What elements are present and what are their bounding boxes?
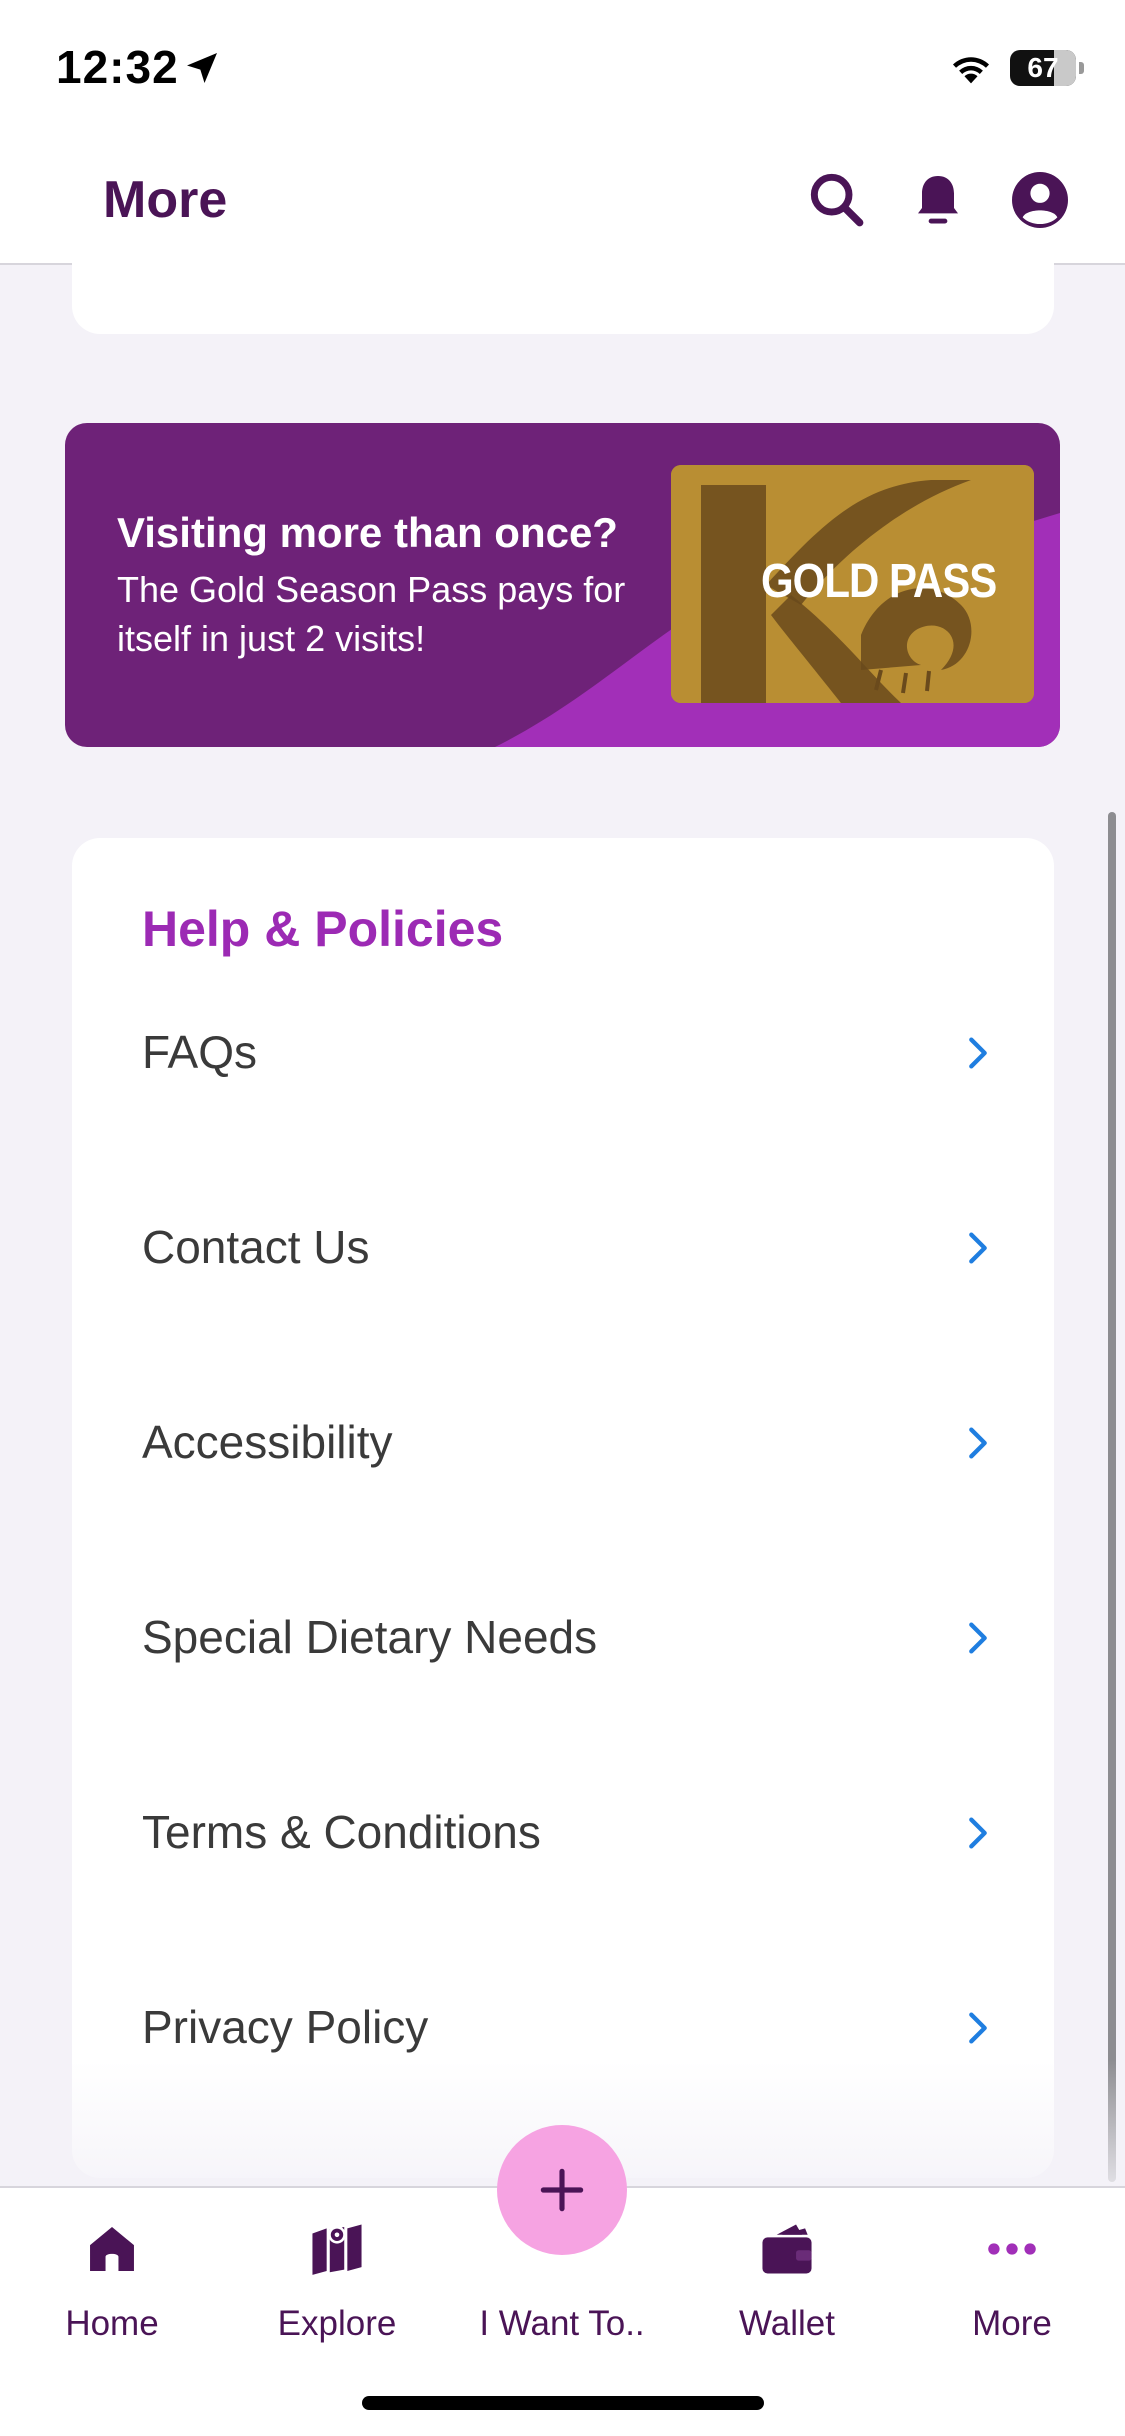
gold-pass-banner[interactable]: Visiting more than once? The Gold Season… bbox=[65, 423, 1060, 747]
list-item-label: Privacy Policy bbox=[142, 2001, 429, 2053]
gold-pass-card-image: GOLD PASS bbox=[671, 465, 1034, 703]
chevron-right-icon bbox=[969, 1427, 987, 1459]
tab-explore[interactable]: Explore bbox=[237, 2208, 437, 2358]
bell-icon[interactable] bbox=[906, 168, 970, 232]
section-title: Help & Policies bbox=[142, 901, 504, 957]
battery-indicator: 67 bbox=[1010, 50, 1084, 86]
battery-level: 67 bbox=[1027, 52, 1059, 83]
more-dots-icon bbox=[988, 2243, 1036, 2255]
chevron-right-icon bbox=[969, 1037, 987, 1069]
help-policies-card: Help & Policies FAQs Contact Us Accessib… bbox=[72, 838, 1054, 2178]
chevron-right-icon bbox=[969, 1232, 987, 1264]
chevron-right-icon bbox=[969, 2012, 987, 2044]
tab-home[interactable]: Home bbox=[12, 2208, 212, 2358]
gold-pass-label: GOLD PASS bbox=[761, 553, 997, 608]
tab-label: Home bbox=[65, 2304, 159, 2343]
tab-more[interactable]: More bbox=[912, 2208, 1112, 2358]
status-bar: 12:32 67 bbox=[0, 0, 1125, 140]
i-want-to-fab-button[interactable] bbox=[497, 2125, 627, 2255]
profile-icon[interactable] bbox=[1008, 168, 1072, 232]
tab-label: Explore bbox=[277, 2304, 397, 2343]
list-item-label: Contact Us bbox=[142, 1221, 370, 1273]
list-item-label: FAQs bbox=[142, 1026, 258, 1078]
chevron-right-icon bbox=[969, 1817, 987, 1849]
scrollbar[interactable] bbox=[1108, 812, 1116, 2182]
home-indicator[interactable] bbox=[362, 2396, 764, 2410]
list-item-label: Accessibility bbox=[142, 1416, 393, 1468]
list-item-label: Special Dietary Needs bbox=[142, 1611, 598, 1663]
tab-label: More bbox=[972, 2304, 1052, 2343]
plus-icon bbox=[540, 2168, 584, 2212]
search-icon[interactable] bbox=[805, 168, 869, 232]
map-icon bbox=[312, 2224, 362, 2275]
status-time: 12:32 bbox=[56, 41, 179, 93]
list-item-accessibility[interactable]: Accessibility bbox=[72, 1385, 1054, 1505]
banner-subtext: The Gold Season Pass pays for itself in … bbox=[117, 569, 626, 659]
banner-headline: Visiting more than once? bbox=[117, 509, 618, 556]
tab-wallet[interactable]: Wallet bbox=[687, 2208, 887, 2358]
previous-section-card bbox=[72, 230, 1054, 334]
list-item-label: Terms & Conditions bbox=[142, 1806, 541, 1858]
list-item-contact-us[interactable]: Contact Us bbox=[72, 1190, 1054, 1310]
page-title: More bbox=[103, 171, 228, 229]
tab-label: I Want To.. bbox=[479, 2304, 645, 2343]
tab-label: Wallet bbox=[739, 2304, 835, 2343]
list-item-terms-conditions[interactable]: Terms & Conditions bbox=[72, 1775, 1054, 1895]
list-item-special-dietary-needs[interactable]: Special Dietary Needs bbox=[72, 1580, 1054, 1700]
location-arrow-icon bbox=[187, 53, 217, 83]
chevron-right-icon bbox=[969, 1622, 987, 1654]
wifi-icon bbox=[952, 57, 990, 84]
wallet-icon bbox=[762, 2224, 812, 2274]
home-icon bbox=[90, 2227, 134, 2271]
list-item-faqs[interactable]: FAQs bbox=[72, 995, 1054, 1115]
